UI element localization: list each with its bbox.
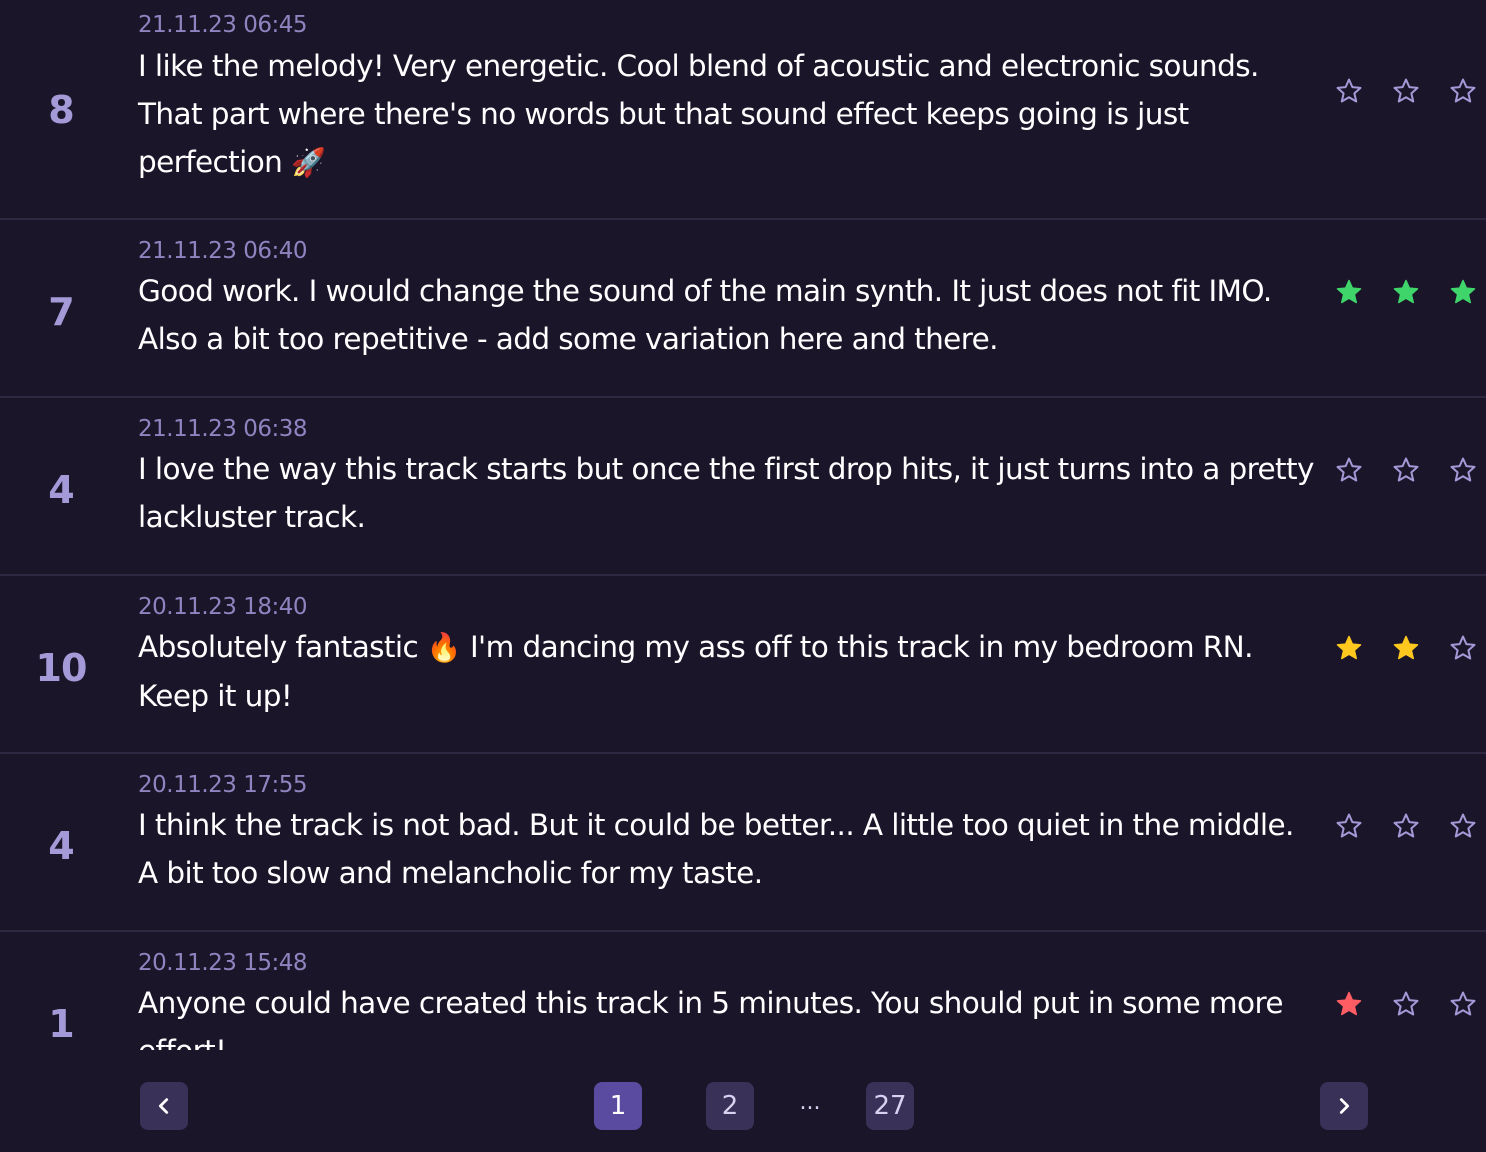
star-outline-icon[interactable] [1391, 455, 1421, 485]
star-rating[interactable] [1334, 633, 1478, 669]
review-comment: Good work. I would change the sound of t… [138, 274, 1272, 356]
next-page-button[interactable] [1320, 1082, 1368, 1130]
review-score: 4 [48, 824, 74, 868]
chevron-left-icon [158, 1098, 169, 1114]
review-row: 8 21.11.23 06:45 I like the melody! Very… [0, 0, 1486, 220]
star-rating[interactable] [1334, 455, 1478, 491]
star-outline-icon[interactable] [1334, 455, 1364, 485]
review-score: 10 [35, 646, 88, 690]
prev-page-button[interactable] [140, 1082, 188, 1130]
review-timestamp: 21.11.23 06:45 [138, 12, 308, 38]
review-comment-text: Absolutely fantastic [138, 630, 419, 664]
star-rating[interactable] [1334, 989, 1478, 1025]
page-button-1[interactable]: 1 [594, 1082, 642, 1130]
review-score: 7 [48, 290, 74, 334]
review-score: 4 [48, 468, 74, 512]
review-timestamp: 20.11.23 18:40 [138, 594, 308, 620]
review-comment: I love the way this track starts but onc… [138, 452, 1314, 534]
review-comment: Absolutely fantastic 🔥 I'm dancing my as… [138, 623, 1318, 720]
review-timestamp: 20.11.23 15:48 [138, 950, 308, 976]
review-comment: I think the track is not bad. But it cou… [138, 808, 1294, 890]
review-row: 4 20.11.23 17:55 I think the track is no… [0, 754, 1486, 932]
rocket-icon: 🚀 [291, 146, 326, 179]
review-row: 7 21.11.23 06:40 Good work. I would chan… [0, 220, 1486, 398]
review-row: 10 20.11.23 18:40 Absolutely fantastic 🔥… [0, 576, 1486, 754]
star-rating[interactable] [1334, 76, 1478, 112]
star-outline-icon[interactable] [1448, 455, 1478, 485]
review-timestamp: 20.11.23 17:55 [138, 772, 308, 798]
star-outline-icon[interactable] [1391, 76, 1421, 106]
page-button-2[interactable]: 2 [706, 1082, 754, 1130]
star-filled-icon[interactable] [1334, 989, 1364, 1019]
page-button-27[interactable]: 27 [866, 1082, 914, 1130]
review-timestamp: 21.11.23 06:38 [138, 416, 308, 442]
star-outline-icon[interactable] [1334, 811, 1364, 841]
star-outline-icon[interactable] [1391, 811, 1421, 841]
star-outline-icon[interactable] [1334, 76, 1364, 106]
star-filled-icon[interactable] [1391, 633, 1421, 663]
star-filled-icon[interactable] [1391, 277, 1421, 307]
star-outline-icon[interactable] [1448, 76, 1478, 106]
star-rating[interactable] [1334, 277, 1478, 313]
review-timestamp: 21.11.23 06:40 [138, 238, 308, 264]
star-filled-icon[interactable] [1334, 633, 1364, 663]
review-comment: I like the melody! Very energetic. Cool … [138, 42, 1318, 187]
review-score: 1 [48, 1002, 74, 1046]
review-row: 1 20.11.23 15:48 Anyone could have creat… [0, 932, 1486, 1050]
review-comment: Anyone could have created this track in … [138, 986, 1283, 1050]
page-ellipsis: ... [799, 1090, 821, 1115]
review-score: 8 [48, 88, 74, 132]
reviews-panel: 8 21.11.23 06:45 I like the melody! Very… [0, 0, 1486, 1152]
chevron-right-icon [1339, 1098, 1350, 1114]
star-outline-icon[interactable] [1391, 989, 1421, 1019]
star-filled-icon[interactable] [1448, 277, 1478, 307]
fire-icon: 🔥 [426, 631, 462, 664]
pagination: 1 2 ... 27 [0, 1050, 1486, 1152]
star-outline-icon[interactable] [1448, 811, 1478, 841]
star-outline-icon[interactable] [1448, 633, 1478, 663]
review-row: 4 21.11.23 06:38 I love the way this tra… [0, 398, 1486, 576]
star-rating[interactable] [1334, 811, 1478, 847]
star-outline-icon[interactable] [1448, 989, 1478, 1019]
review-list: 8 21.11.23 06:45 I like the melody! Very… [0, 0, 1486, 1050]
star-filled-icon[interactable] [1334, 277, 1364, 307]
